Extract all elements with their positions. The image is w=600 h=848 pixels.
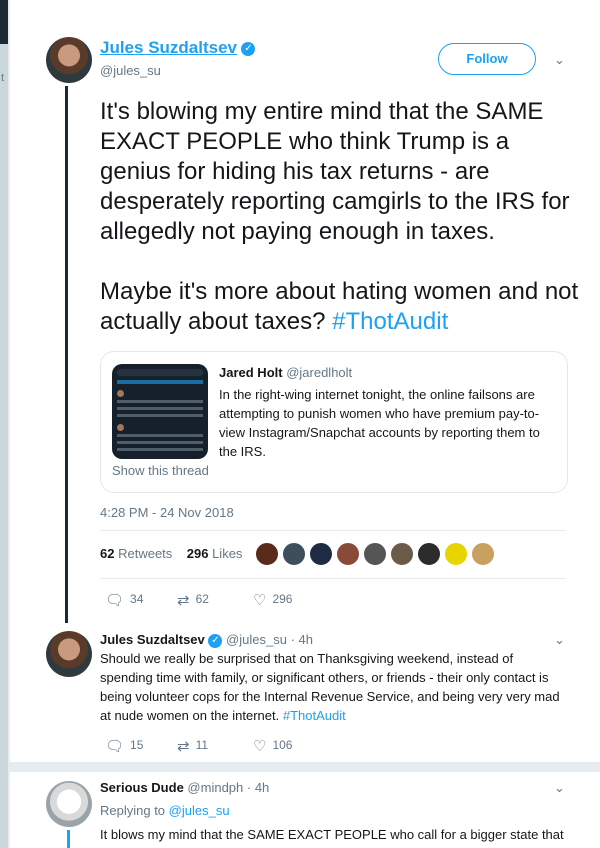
chevron-down-icon[interactable]: ⌄ (554, 780, 565, 796)
like-count: 106 (272, 738, 293, 753)
thumb-avatar (117, 424, 124, 431)
thumb-tabs (117, 380, 203, 384)
tweet-card: Jules Suzdaltsev ✓ @jules_su Follow ⌄ It… (10, 0, 600, 848)
tweet-text: It's blowing my entire mind that the SAM… (100, 97, 580, 337)
retweet-icon: ⇄ (177, 592, 190, 609)
quoted-tweet[interactable]: Jared Holt @jaredlholt In the right-wing… (100, 351, 568, 493)
reply-time[interactable]: · 4h (291, 632, 313, 647)
tweet-separator (10, 762, 600, 772)
thumb-row (117, 414, 203, 417)
reply-header: Serious Dude @mindph · 4h (100, 780, 269, 795)
reply-count: 34 (130, 592, 144, 607)
retweet-icon: ⇄ (177, 738, 190, 755)
retweet-button[interactable]: ⇄ 62 (177, 591, 209, 609)
chevron-down-icon[interactable]: ⌄ (554, 52, 565, 68)
author-header: Jules Suzdaltsev ✓ (100, 38, 256, 58)
thumb-row (117, 407, 203, 410)
background-header (0, 0, 8, 44)
retweets-stat[interactable]: 62 Retweets (100, 546, 172, 561)
engagement-stats: 62 Retweets 296 Likes (100, 546, 242, 561)
quoted-author-name: Jared Holt (219, 365, 283, 380)
likes-stat[interactable]: 296 Likes (187, 546, 243, 561)
liker-avatar[interactable] (282, 542, 306, 566)
liker-avatar[interactable] (417, 542, 441, 566)
background-window-strip: t (0, 0, 8, 848)
show-thread-link[interactable]: Show this thread (112, 463, 209, 478)
author-name[interactable]: Jules Suzdaltsev (100, 38, 237, 57)
author-handle[interactable]: @jules_su (100, 63, 161, 78)
reply-icon: 🗨 (105, 738, 125, 755)
background-text-fragment: t (1, 72, 5, 84)
thumb-row (117, 448, 203, 451)
liker-avatar[interactable] (444, 542, 468, 566)
hashtag-link[interactable]: #ThotAudit (283, 708, 346, 723)
follow-button[interactable]: Follow (438, 43, 536, 75)
liker-avatar[interactable] (336, 542, 360, 566)
heart-icon: ♡ (253, 738, 267, 755)
replying-handle-link[interactable]: @jules_su (169, 803, 230, 818)
thread-line (65, 86, 68, 623)
likes-label: Likes (212, 546, 243, 561)
reply-author-name[interactable]: Jules Suzdaltsev (100, 632, 205, 647)
reply-text: It blows my mind that the SAME EXACT PEO… (100, 827, 564, 842)
reply-author-handle[interactable]: @jules_su (226, 632, 287, 647)
avatar[interactable] (46, 631, 92, 677)
thumb-row (117, 400, 203, 403)
replying-to: Replying to @jules_su (100, 803, 230, 818)
replying-label: Replying to (100, 803, 166, 818)
liker-avatar[interactable] (255, 542, 279, 566)
reply-button[interactable]: 🗨 15 (105, 737, 143, 755)
reply-author-name[interactable]: Serious Dude (100, 780, 184, 795)
reply-time[interactable]: · 4h (247, 780, 269, 795)
verified-badge-icon: ✓ (241, 41, 256, 56)
like-button[interactable]: ♡ 106 (253, 737, 292, 755)
retweet-button[interactable]: ⇄ 11 (177, 737, 208, 755)
quoted-text: In the right-wing internet tonight, the … (219, 387, 540, 459)
retweets-count: 62 (100, 546, 115, 561)
thread-line (67, 830, 70, 848)
like-count: 296 (272, 592, 293, 607)
tweet-paragraph-1: It's blowing my entire mind that the SAM… (100, 98, 570, 245)
thumb-row (117, 434, 203, 437)
reply-header: Jules Suzdaltsev ✓ @jules_su · 4h (100, 632, 313, 648)
quoted-author-handle: @jaredlholt (286, 365, 353, 380)
thumb-row (117, 441, 203, 444)
tweet-timestamp[interactable]: 4:28 PM - 24 Nov 2018 (100, 505, 234, 520)
reply-author-handle[interactable]: @mindph (187, 780, 243, 795)
avatar[interactable] (46, 37, 92, 83)
reply-count: 15 (130, 738, 144, 753)
heart-icon: ♡ (253, 592, 267, 609)
avatar[interactable] (46, 781, 92, 827)
liker-avatar[interactable] (390, 542, 414, 566)
hashtag-link[interactable]: #ThotAudit (332, 308, 448, 335)
verified-badge-icon: ✓ (208, 633, 223, 648)
retweet-count: 62 (195, 592, 209, 607)
retweet-count: 11 (195, 738, 209, 753)
divider (100, 530, 566, 531)
likes-count: 296 (186, 546, 209, 561)
thumb-searchbar (117, 369, 203, 376)
liker-avatar[interactable] (309, 542, 333, 566)
reply-button[interactable]: 🗨 34 (105, 591, 143, 609)
reply-text: Should we really be surprised that on Th… (100, 649, 565, 725)
thumb-avatar (117, 390, 124, 397)
liker-avatar[interactable] (363, 542, 387, 566)
liker-avatar[interactable] (471, 542, 495, 566)
quoted-media-thumbnail[interactable] (112, 364, 208, 459)
like-button[interactable]: ♡ 296 (253, 591, 292, 609)
divider (100, 578, 566, 579)
quoted-author[interactable]: Jared Holt @jaredlholt (219, 365, 352, 380)
tweet-paragraph-2: Maybe it's more about hating women and n… (100, 277, 580, 337)
retweets-label: Retweets (118, 546, 173, 561)
reply-icon: 🗨 (105, 592, 125, 609)
chevron-down-icon[interactable]: ⌄ (554, 632, 565, 648)
